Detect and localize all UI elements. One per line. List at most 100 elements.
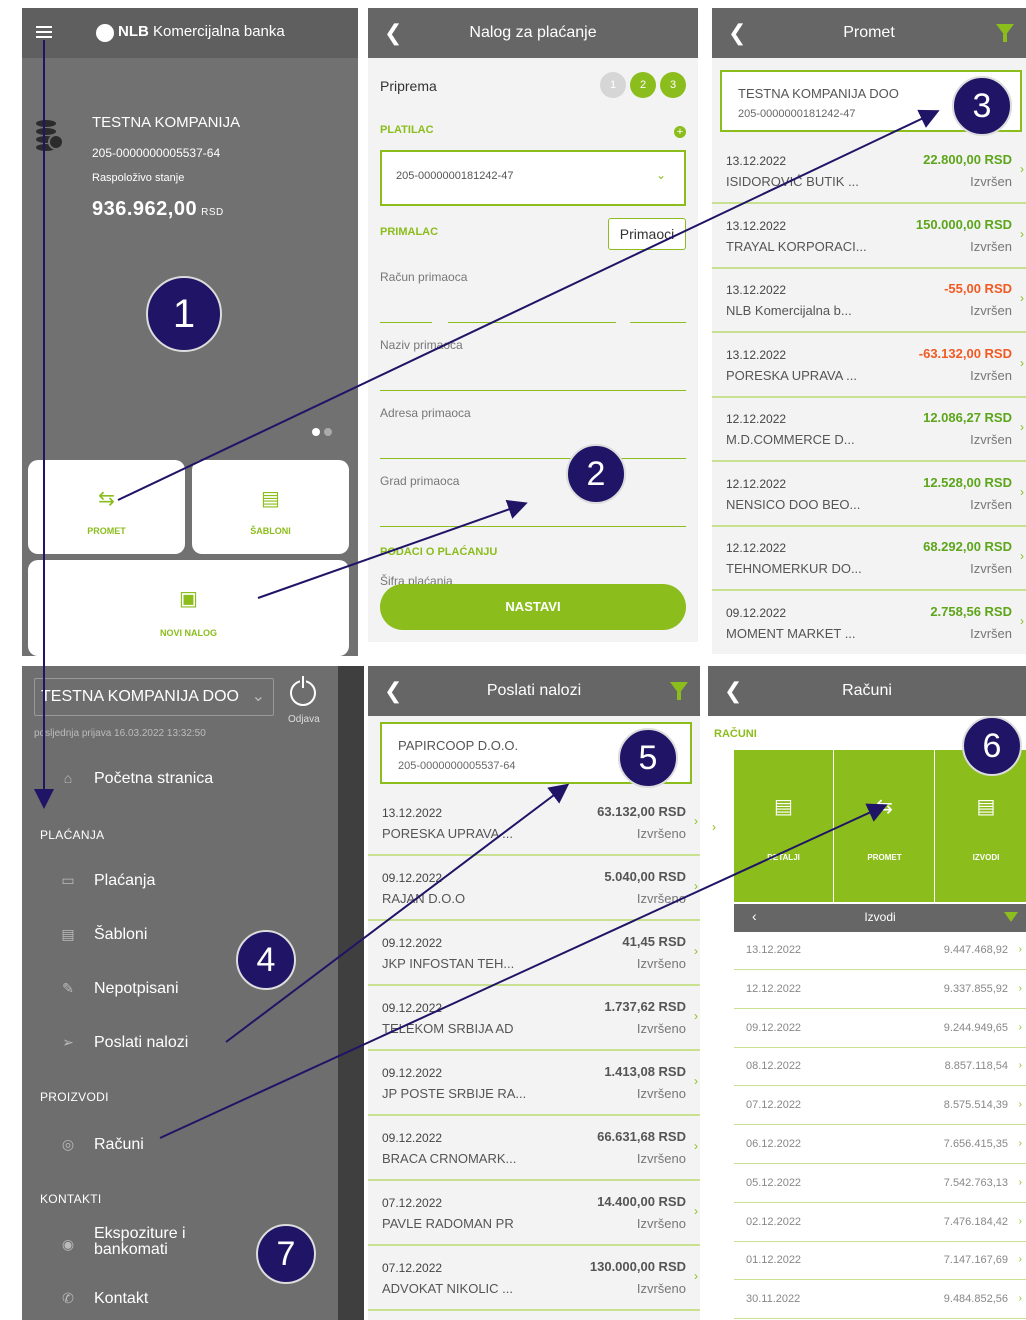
chevron-right-icon[interactable]: ›: [712, 820, 716, 834]
transaction-row[interactable]: 09.12.2022 RAJAN D.O.O 5.040,00 RSD Izvršen…: [368, 857, 700, 921]
screen-title: Nalog za plaćanje: [469, 24, 597, 41]
transaction-amount: 1.413,08 RSD: [604, 1064, 686, 1079]
transaction-row[interactable]: 09.12.2022 TELEKOM SRBIJA AD 1.737,62 RSD I…: [368, 987, 700, 1051]
sabloni-tile[interactable]: ▤ ŠABLONI: [192, 460, 349, 554]
filter-icon[interactable]: [670, 682, 688, 700]
menu-item-nepotpisani[interactable]: ✎ Nepotpisani: [58, 980, 178, 998]
statement-balance: 7.147.167,69: [943, 1254, 1008, 1267]
transaction-amount: 150.000,00 RSD: [915, 216, 1012, 232]
continue-button[interactable]: NASTAVI: [380, 584, 686, 630]
payer-account-select[interactable]: 205-0000000181242-47 ⌄: [380, 150, 686, 206]
transaction-party: ISIDOROVIĆ BUTIK ...: [726, 174, 859, 189]
power-icon[interactable]: [290, 676, 316, 706]
payee-city-label: Grad primaoca: [380, 474, 460, 488]
transaction-party: TELEKOM SRBIJA AD: [382, 1021, 514, 1036]
transaction-row[interactable]: 12.12.2022 TEHNOMERKUR DO... 68.292,00 RSD…: [712, 527, 1026, 591]
statement-row[interactable]: 07.12.2022 8.575.514,39 ›: [734, 1087, 1026, 1126]
transaction-row[interactable]: 09.12.2022 MOMENT MARKET ... 2.758,56 RSD I…: [712, 591, 1026, 654]
transaction-amount: 12.086,27 RSD: [923, 410, 1012, 425]
statement-row[interactable]: 08.12.2022 8.857.118,54 ›: [734, 1048, 1026, 1087]
statement-balance: 7.656.415,35: [943, 1138, 1008, 1150]
novi-nalog-tile[interactable]: ▣ NOVI NALOG: [28, 560, 349, 656]
transaction-row[interactable]: 09.12.2022 BRACA CRNOMARK... 66.631,68 RSD…: [368, 1117, 700, 1181]
menu-item-placanja[interactable]: ▭ Plaćanja: [58, 872, 155, 890]
transaction-status: Izvršeno: [636, 826, 686, 841]
chevron-right-icon: ›: [1018, 1254, 1022, 1266]
chevron-right-icon: ›: [1020, 291, 1024, 305]
side-menu: TESTNA KOMPANIJA DOO ⌄ Odjava posljednja …: [22, 666, 364, 1320]
transaction-row[interactable]: 13.12.2022 NLB Komercijalna b... -55,00 RS…: [712, 269, 1026, 333]
app-header: NLB Komercijalna banka: [22, 8, 358, 58]
transaction-row[interactable]: 13.12.2022 TRAYAL KORPORACI... 150.000,00 …: [712, 204, 1026, 269]
callout-5: 5: [618, 728, 678, 788]
statement-row[interactable]: 01.12.2022 7.147.167,69 ›: [734, 1242, 1026, 1281]
transaction-party: PORESKA UPRAVA ...: [726, 367, 858, 383]
back-chevron-icon[interactable]: ❮: [728, 20, 746, 46]
payment-data-label: PODACI O PLAĆANJU: [380, 546, 498, 558]
transaction-row[interactable]: 07.12.2022 ADVOKAT NIKOLIC ... 130.000,00 …: [368, 1247, 700, 1311]
statement-row[interactable]: 30.11.2022 9.484.852,56 ›: [734, 1281, 1026, 1320]
chevron-right-icon: ›: [1018, 1138, 1022, 1149]
transaction-row[interactable]: 13.12.2022 PORESKA UPRAVA ... -63.132,00 R…: [712, 333, 1026, 398]
transaction-status: Izvršen: [970, 432, 1012, 447]
transaction-row[interactable]: 12.12.2022 M.D.COMMERCE D... 12.086,27 RSD…: [712, 398, 1026, 462]
carousel-dots[interactable]: [312, 423, 336, 441]
transaction-row[interactable]: 13.12.2022 ISIDOROVIĆ BUTIK ... 22.800,00 …: [712, 140, 1026, 204]
detalji-tile[interactable]: ▤ DETALJI: [734, 750, 834, 902]
payee-account-field-2[interactable]: [448, 322, 616, 323]
promet-tile[interactable]: ⇆ PROMET: [835, 750, 935, 902]
payee-label: PRIMALAC: [380, 226, 439, 238]
transaction-row[interactable]: 13.12.2022 PORESKA UPRAVA ... 63.132,00 RS…: [368, 792, 700, 856]
transaction-row[interactable]: 09.12.2022 JP POSTE SRBIJE RA... 1.413,08 …: [368, 1052, 700, 1116]
plus-icon[interactable]: +: [674, 126, 686, 138]
back-chevron-icon[interactable]: ❮: [724, 678, 742, 704]
transaction-row[interactable]: 07.12.2022 PAVLE RADOMAN PR 14.400,00 RSD I…: [368, 1182, 700, 1246]
statement-balance: 7.542.763,13: [943, 1176, 1008, 1189]
payees-button[interactable]: Primaoci: [608, 218, 686, 250]
home-icon: ⌂: [63, 770, 73, 786]
payee-address-field[interactable]: [380, 458, 686, 459]
transaction-party: TRAYAL KORPORACI...: [726, 238, 867, 254]
company-select[interactable]: TESTNA KOMPANIJA DOO ⌄: [34, 678, 274, 716]
screen-title: Promet: [843, 24, 895, 41]
transaction-party: NENSICO DOO BEO...: [726, 496, 861, 512]
statement-row[interactable]: 09.12.2022 9.244.949,65 ›: [734, 1009, 1026, 1048]
promet-tile[interactable]: ⇆ PROMET: [28, 460, 185, 554]
transaction-row[interactable]: 09.12.2022 JKP INFOSTAN TEH... 41,45 RSD Iz…: [368, 922, 700, 986]
transaction-party: RAJAN D.O.O: [382, 891, 466, 906]
chevron-right-icon: ›: [694, 1269, 698, 1283]
statement-row[interactable]: 05.12.2022 7.542.763,13 ›: [734, 1164, 1026, 1203]
chevron-right-icon: ›: [1020, 549, 1024, 563]
statement-row[interactable]: 02.12.2022 7.476.184,42 ›: [734, 1203, 1026, 1242]
back-chevron-icon[interactable]: ❮: [384, 678, 402, 704]
menu-item-kontakt[interactable]: ✆ Kontakt: [58, 1290, 148, 1308]
transaction-amount: 14.400,00 RSD: [597, 1194, 686, 1209]
phone-icon: ✆: [62, 1290, 74, 1306]
transaction-status: Izvršen: [970, 561, 1012, 576]
menu-item-ekspoziture[interactable]: ◉ Ekspoziture i bankomati: [58, 1226, 198, 1258]
hamburger-icon[interactable]: [36, 26, 52, 38]
chevron-right-icon: ›: [1018, 944, 1022, 955]
transaction-party: TEHNOMERKUR DO...: [726, 561, 862, 576]
transaction-date: 12.12.2022: [726, 476, 787, 491]
filter-icon[interactable]: [996, 24, 1014, 42]
transaction-amount: -63.132,00 RSD: [918, 345, 1012, 361]
callout-2: 2: [566, 444, 626, 504]
menu-item-home[interactable]: ⌂ Početna stranica: [58, 770, 213, 788]
filter-icon[interactable]: [1004, 912, 1018, 922]
statement-row[interactable]: 12.12.2022 9.337.855,92 ›: [734, 970, 1026, 1009]
menu-item-sabloni[interactable]: ▤ Šabloni: [58, 926, 147, 944]
back-chevron-icon[interactable]: ❮: [384, 20, 402, 46]
statement-row[interactable]: 13.12.2022 9.447.468,92 ›: [734, 932, 1026, 970]
transaction-party: JKP INFOSTAN TEH...: [382, 956, 515, 971]
chevron-right-icon: ›: [1018, 1293, 1022, 1305]
payee-account-field-1[interactable]: [380, 322, 432, 323]
logout-label[interactable]: Odjava: [288, 714, 320, 725]
menu-item-racuni[interactable]: ◎ Računi: [58, 1136, 144, 1154]
transaction-row[interactable]: 12.12.2022 NENSICO DOO BEO... 12.528,00 RS…: [712, 462, 1026, 527]
payee-city-field[interactable]: [380, 526, 686, 527]
payee-name-field[interactable]: [380, 390, 686, 391]
payee-account-field-3[interactable]: [630, 322, 686, 323]
menu-item-poslati[interactable]: ➢ Poslati nalozi: [58, 1034, 188, 1052]
statement-row[interactable]: 06.12.2022 7.656.415,35 ›: [734, 1126, 1026, 1164]
